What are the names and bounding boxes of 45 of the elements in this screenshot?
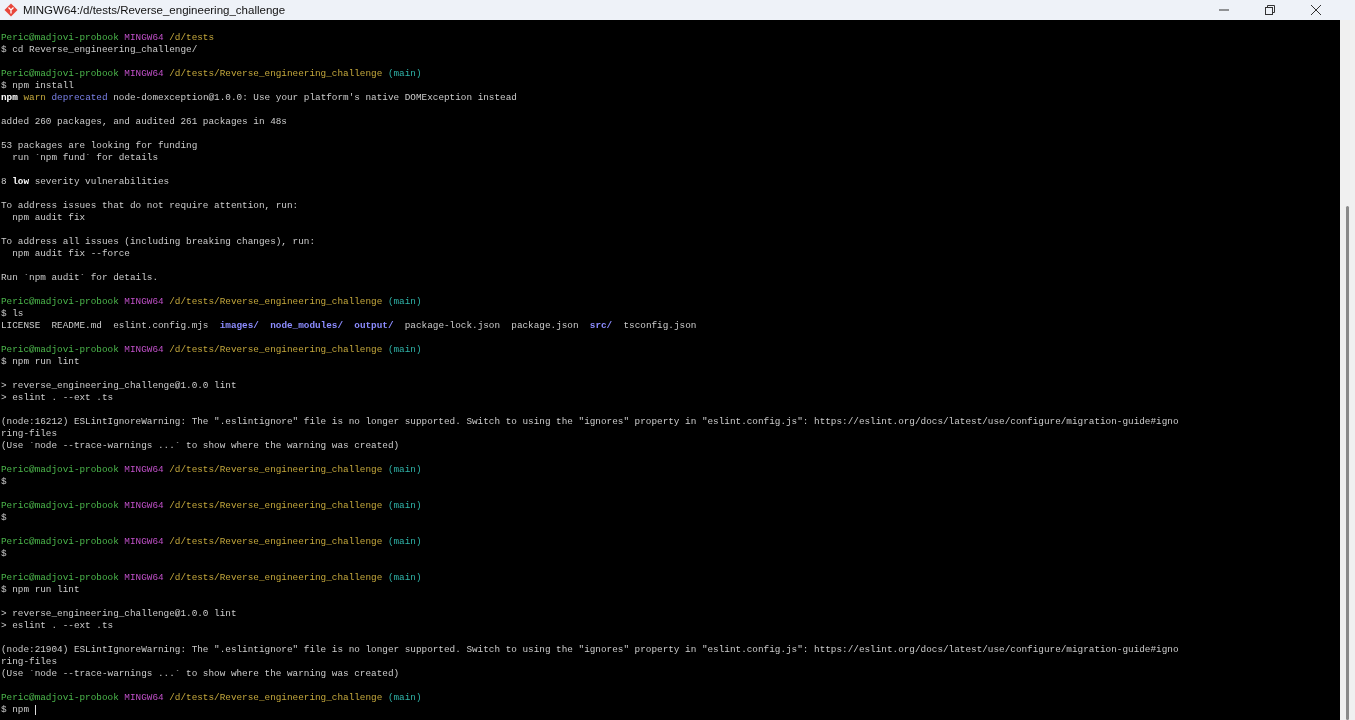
terminal-line: ring-files [1,656,58,668]
terminal-line: 8 low severity vulnerabilities [1,176,170,188]
terminal-line: > eslint . --ext .ts [1,620,114,632]
terminal-line: Peric@madjovi-probook MINGW64 /d/tests/Reverse_engineering_challenge (main) [1,344,422,356]
terminal-line: $ npm run lint [1,356,80,368]
terminal-line: > eslint . --ext .ts [1,392,114,404]
terminal-line: LICENSE README.md eslint.config.mjs images/ node_modules/ output/ package-lock.json package.json src/ tsconfig.json [1,320,697,332]
window-title: MINGW64:/d/tests/Reverse_engineering_challenge [23,3,287,18]
terminal-line: run `npm fund` for details [11,152,158,164]
terminal-line: (Use `node --trace-warnings ...` to show where the warning was created) [1,440,400,452]
terminal-line: (node:16212) ESLintIgnoreWarning: The ".eslintignore" file is no longer supported. Switch to using the "ignores" property in "eslint.config.js": https://eslint.org/docs/latest/use/configure/migration-guide#igno [1,416,1179,428]
terminal-line: npm warn deprecated node-domexception@1.0.0: Use your platform's native DOMException instead [1,92,517,104]
terminal-line: $ npm run lint [1,584,80,596]
terminal-line: Peric@madjovi-probook MINGW64 /d/tests/Reverse_engineering_challenge (main) [1,692,422,704]
terminal-line: > reverse_engineering_challenge@1.0.0 lint [1,380,237,392]
app-logo-icon [4,3,18,17]
terminal-line: added 260 packages, and audited 261 packages in 48s [1,116,287,128]
terminal-line: $ [1,548,7,560]
terminal-line: 53 packages are looking for funding [1,140,198,152]
terminal-line: Peric@madjovi-probook MINGW64 /d/tests/Reverse_engineering_challenge (main) [1,68,422,80]
terminal-line: npm audit fix [11,212,86,224]
terminal-line: To address all issues (including breaking changes), run: [1,236,315,248]
terminal-line: Peric@madjovi-probook MINGW64 /d/tests/Reverse_engineering_challenge (main) [1,464,422,476]
terminal-line: $ cd Reverse_engineering_challenge/ [1,44,198,56]
terminal-line: > reverse_engineering_challenge@1.0.0 lint [1,608,237,620]
terminal-line: Peric@madjovi-probook MINGW64 /d/tests/Reverse_engineering_challenge (main) [1,572,422,584]
terminal-line: Run `npm audit` for details. [1,272,158,284]
terminal-line: $ npm [1,704,30,716]
terminal-line: $ [1,512,7,524]
terminal-line: ring-files [1,428,58,440]
terminal-line: $ [1,476,7,488]
restore-icon [1265,5,1275,15]
terminal-line: $ ls [1,308,24,320]
terminal-line: Peric@madjovi-probook MINGW64 /d/tests/Reverse_engineering_challenge (main) [1,296,422,308]
terminal-line: $ npm install [1,80,74,92]
terminal-line: To address issues that do not require attention, run: [1,200,299,212]
terminal-line: Peric@madjovi-probook MINGW64 /d/tests/Reverse_engineering_challenge (main) [1,500,422,512]
scrollbar[interactable] [1340,20,1355,720]
terminal-line: (Use `node --trace-warnings ...` to show where the warning was created) [1,668,400,680]
terminal-line: (node:21904) ESLintIgnoreWarning: The ".eslintignore" file is no longer supported. Switch to using the "ignores" property in "eslint.config.js": https://eslint.org/docs/latest/use/configure/migration-guide#igno [1,644,1179,656]
terminal-line: npm audit fix --force [11,248,130,260]
scrollbar-thumb[interactable] [1346,206,1349,720]
close-icon [1311,5,1321,15]
terminal-line: Peric@madjovi-probook MINGW64 /d/tests [1,32,215,44]
terminal-line: Peric@madjovi-probook MINGW64 /d/tests/Reverse_engineering_challenge (main) [1,536,422,548]
